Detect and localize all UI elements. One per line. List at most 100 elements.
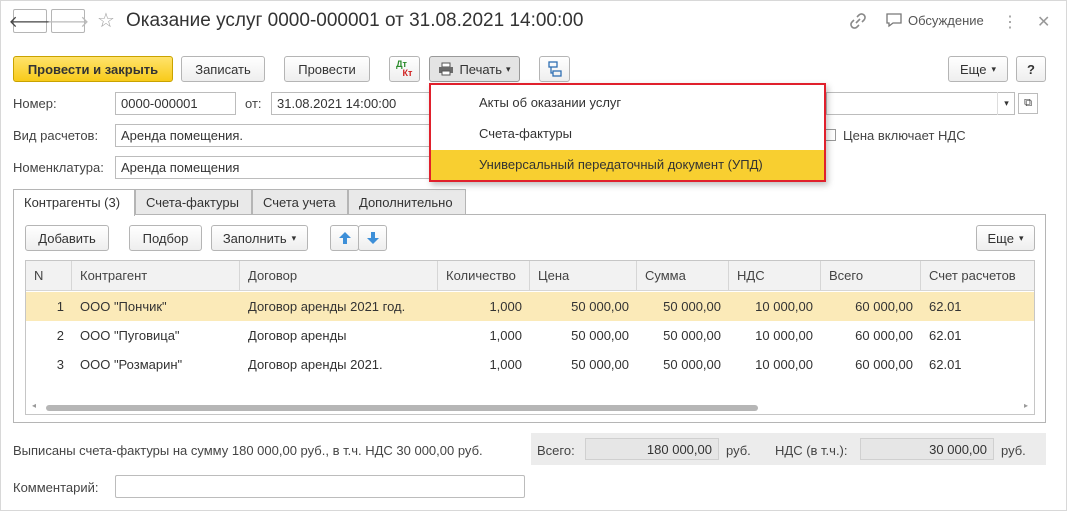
cell-contract: Договор аренды — [248, 328, 347, 343]
cell-sum: 50 000,00 — [663, 299, 721, 314]
table-row[interactable]: 1 ООО "Пончик" Договор аренды 2021 год. … — [26, 292, 1034, 321]
cell-contract: Договор аренды 2021 год. — [248, 299, 406, 314]
arrow-down-icon — [366, 232, 379, 244]
cell-counterparty: ООО "Пуговица" — [80, 328, 180, 343]
scroll-right-icon[interactable]: ▸ — [1024, 401, 1028, 410]
col-header-vat[interactable]: НДС — [729, 261, 821, 291]
chat-bubble-icon — [886, 13, 902, 28]
help-button[interactable]: ? — [1016, 56, 1046, 82]
cell-total: 60 000,00 — [855, 357, 913, 372]
counterparties-table: N Контрагент Договор Количество Цена Сум… — [25, 260, 1035, 415]
document-structure-icon — [547, 61, 562, 77]
arrow-right-icon: 🡒 — [46, 13, 90, 31]
more-vertical-icon[interactable]: ⋮ — [1002, 12, 1018, 32]
structure-button[interactable] — [539, 56, 570, 82]
menu-item-upd[interactable]: Универсальный передаточный документ (УПД… — [431, 150, 824, 180]
number-input[interactable]: 0000-000001 — [115, 92, 236, 115]
col-header-price[interactable]: Цена — [530, 261, 637, 291]
vat-currency: руб. — [1001, 443, 1026, 458]
print-button[interactable]: Печать ▾ — [429, 56, 520, 82]
printer-icon — [439, 62, 454, 76]
tab-counterparties[interactable]: Контрагенты (3) — [13, 189, 135, 216]
post-and-close-label: Провести и закрыть — [27, 61, 159, 77]
favorite-star-icon[interactable]: ☆ — [97, 8, 115, 33]
tab-invoices[interactable]: Счета-фактуры — [135, 189, 252, 214]
forward-button[interactable]: 🡒 — [47, 9, 89, 33]
cell-vat: 10 000,00 — [755, 299, 813, 314]
discussion-button[interactable]: Обсуждение — [885, 12, 984, 28]
cell-vat: 10 000,00 — [755, 357, 813, 372]
add-label: Добавить — [38, 230, 96, 246]
col-header-counterparty[interactable]: Контрагент — [72, 261, 240, 291]
select-dropdown-icon[interactable]: ▾ — [997, 92, 1015, 115]
table-header: N Контрагент Договор Количество Цена Сум… — [26, 261, 1034, 291]
cell-counterparty: ООО "Пончик" — [80, 299, 167, 314]
total-currency: руб. — [726, 443, 751, 458]
col-header-n[interactable]: N — [26, 261, 72, 291]
date-label: от: — [245, 96, 262, 111]
table-more-button[interactable]: Еще ▾ — [976, 225, 1035, 251]
date-input[interactable]: 31.08.2021 14:00:00 — [271, 92, 441, 115]
help-label: ? — [1027, 61, 1035, 77]
open-icon[interactable]: ⧉ — [1018, 93, 1038, 114]
calc-type-input[interactable]: Аренда помещения. — [115, 124, 441, 147]
table-row[interactable]: 2 ООО "Пуговица" Договор аренды 1,000 50… — [26, 321, 1034, 350]
print-label: Печать — [459, 61, 503, 77]
save-label: Записать — [195, 61, 251, 77]
cell-contract: Договор аренды 2021. — [248, 357, 383, 372]
horizontal-scrollbar[interactable]: ◂ ▸ — [26, 400, 1034, 414]
nomenclature-input[interactable]: Аренда помещения — [115, 156, 441, 179]
col-header-quantity[interactable]: Количество — [438, 261, 530, 291]
fill-label: Заполнить — [222, 230, 287, 246]
comment-label: Комментарий: — [13, 480, 99, 495]
scroll-left-icon[interactable]: ◂ — [32, 401, 36, 410]
col-header-total[interactable]: Всего — [821, 261, 921, 291]
menu-item-service-acts[interactable]: Акты об оказании услуг — [431, 88, 824, 118]
post-button[interactable]: Провести — [284, 56, 370, 82]
tab-accounts[interactable]: Счета учета — [252, 189, 348, 214]
calc-type-label: Вид расчетов: — [13, 128, 99, 143]
tab-additional[interactable]: Дополнительно — [348, 189, 466, 214]
total-label: Всего: — [537, 443, 575, 458]
more-button[interactable]: Еще ▾ — [948, 56, 1008, 82]
save-button[interactable]: Записать — [181, 56, 265, 82]
dropdown-arrow-icon: ▾ — [291, 232, 297, 243]
move-down-button[interactable] — [358, 225, 387, 251]
col-header-contract[interactable]: Договор — [240, 261, 438, 291]
col-header-settlement-account[interactable]: Счет расчетов — [921, 261, 1034, 291]
comment-input[interactable] — [115, 475, 525, 498]
pick-label: Подбор — [142, 230, 189, 246]
cell-vat: 10 000,00 — [755, 328, 813, 343]
more-label: Еще — [960, 61, 987, 77]
cell-total: 60 000,00 — [855, 328, 913, 343]
cell-sum: 50 000,00 — [663, 357, 721, 372]
dropdown-arrow-icon: ▾ — [1018, 232, 1024, 243]
cell-quantity: 1,000 — [489, 328, 522, 343]
dt-kt-button[interactable]: Дт Кт — [389, 56, 420, 82]
add-button[interactable]: Добавить — [25, 225, 109, 251]
col-header-sum[interactable]: Сумма — [637, 261, 729, 291]
link-button[interactable] — [849, 12, 867, 30]
nomenclature-label: Номенклатура: — [13, 160, 104, 175]
vat-included-label: Цена включает НДС — [843, 128, 966, 143]
link-icon — [850, 13, 866, 29]
post-and-close-button[interactable]: Провести и закрыть — [13, 56, 173, 82]
cell-total: 60 000,00 — [855, 299, 913, 314]
back-button[interactable]: 🡐 — [9, 9, 51, 33]
organization-input[interactable] — [826, 92, 1015, 115]
menu-item-invoices[interactable]: Счета-фактуры — [431, 119, 824, 149]
cell-settlement-account: 62.01 — [929, 357, 962, 372]
cell-settlement-account: 62.01 — [929, 328, 962, 343]
kt-icon: Кт — [402, 68, 413, 78]
table-row[interactable]: 3 ООО "Розмарин" Договор аренды 2021. 1,… — [26, 350, 1034, 379]
close-icon[interactable]: ✕ — [1037, 12, 1050, 32]
move-up-button[interactable] — [330, 225, 359, 251]
cell-n: 1 — [56, 299, 64, 314]
fill-button[interactable]: Заполнить ▾ — [211, 225, 308, 251]
cell-quantity: 1,000 — [489, 299, 522, 314]
pick-button[interactable]: Подбор — [129, 225, 202, 251]
scrollbar-thumb[interactable] — [46, 405, 758, 411]
cell-price: 50 000,00 — [571, 328, 629, 343]
cell-settlement-account: 62.01 — [929, 299, 962, 314]
arrow-up-icon — [338, 232, 351, 244]
